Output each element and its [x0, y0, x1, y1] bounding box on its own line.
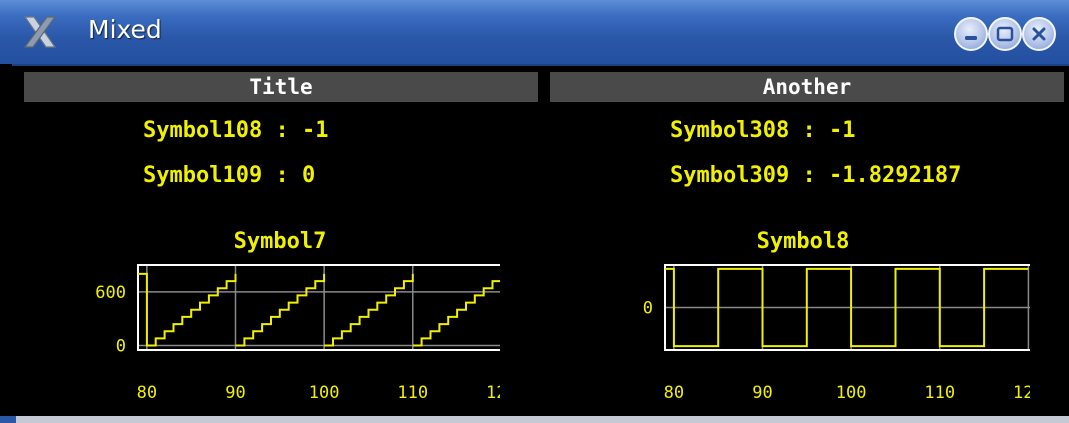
value-row-symbol308: Symbol308 : -1 — [670, 118, 855, 143]
x-tick-label: 110 — [397, 383, 428, 403]
value-row-symbol109: Symbol109 : 0 — [143, 163, 315, 188]
window-title: Mixed — [88, 15, 162, 44]
x-logo-icon — [23, 16, 57, 48]
minimize-icon — [965, 36, 977, 40]
value-separator: : — [789, 118, 829, 143]
mixed-window: Mixed Title Symbol108 : -1 Symbol109 : 0… — [0, 0, 1069, 423]
chart-title-symbol7: Symbol7 — [233, 229, 327, 254]
y-tick-label: 0 — [116, 337, 126, 357]
y-tick-label: 600 — [95, 283, 126, 303]
maximize-button[interactable] — [988, 17, 1022, 51]
chart-title-symbol8: Symbol8 — [756, 229, 850, 254]
value-label: Symbol109 — [143, 163, 263, 188]
series-line — [412, 280, 500, 347]
value-label: Symbol308 — [670, 118, 790, 143]
window-bottom-border — [0, 416, 1069, 423]
x-tick-label: 120 — [486, 383, 500, 403]
value-separator: : — [262, 118, 302, 143]
maximize-icon — [996, 26, 1014, 42]
window-left-border — [0, 64, 12, 423]
value-number: 0 — [301, 163, 316, 188]
value-label: Symbol108 — [143, 118, 263, 143]
minimize-button[interactable] — [954, 17, 988, 51]
close-icon — [1032, 27, 1046, 41]
title-bar[interactable]: Mixed — [0, 0, 1069, 66]
value-label: Symbol309 — [670, 163, 790, 188]
x-tick-label: 80 — [137, 383, 157, 403]
value-row-symbol309: Symbol309 : -1.8292187 — [670, 163, 961, 188]
plot-frame — [137, 264, 500, 351]
panel-header-another: Another — [550, 72, 1064, 102]
x-tick-label: 110 — [924, 383, 955, 403]
value-number: -1 — [828, 118, 856, 143]
value-number: -1.8292187 — [828, 163, 962, 188]
x-tick-label: 80 — [664, 383, 684, 403]
x-tick-label: 90 — [225, 383, 245, 403]
value-separator: : — [262, 163, 302, 188]
x-tick-label: 100 — [309, 383, 340, 403]
series-line — [235, 273, 326, 347]
x-tick-label: 90 — [752, 383, 772, 403]
chart-symbol8: 80 90 100 110 120 0 — [643, 264, 1030, 403]
chart-symbol7: 80 90 100 110 120 0 600 — [95, 264, 500, 403]
y-tick-label: 0 — [643, 299, 653, 319]
x-tick-label: 100 — [836, 383, 867, 403]
series-line — [138, 272, 237, 347]
series-line — [324, 273, 414, 347]
value-separator: : — [789, 163, 829, 188]
x-tick-label: 120 — [1013, 383, 1030, 403]
close-button[interactable] — [1022, 17, 1056, 51]
panel-header-title: Title — [24, 72, 538, 102]
value-number: -1 — [301, 118, 329, 143]
value-row-symbol108: Symbol108 : -1 — [143, 118, 328, 143]
